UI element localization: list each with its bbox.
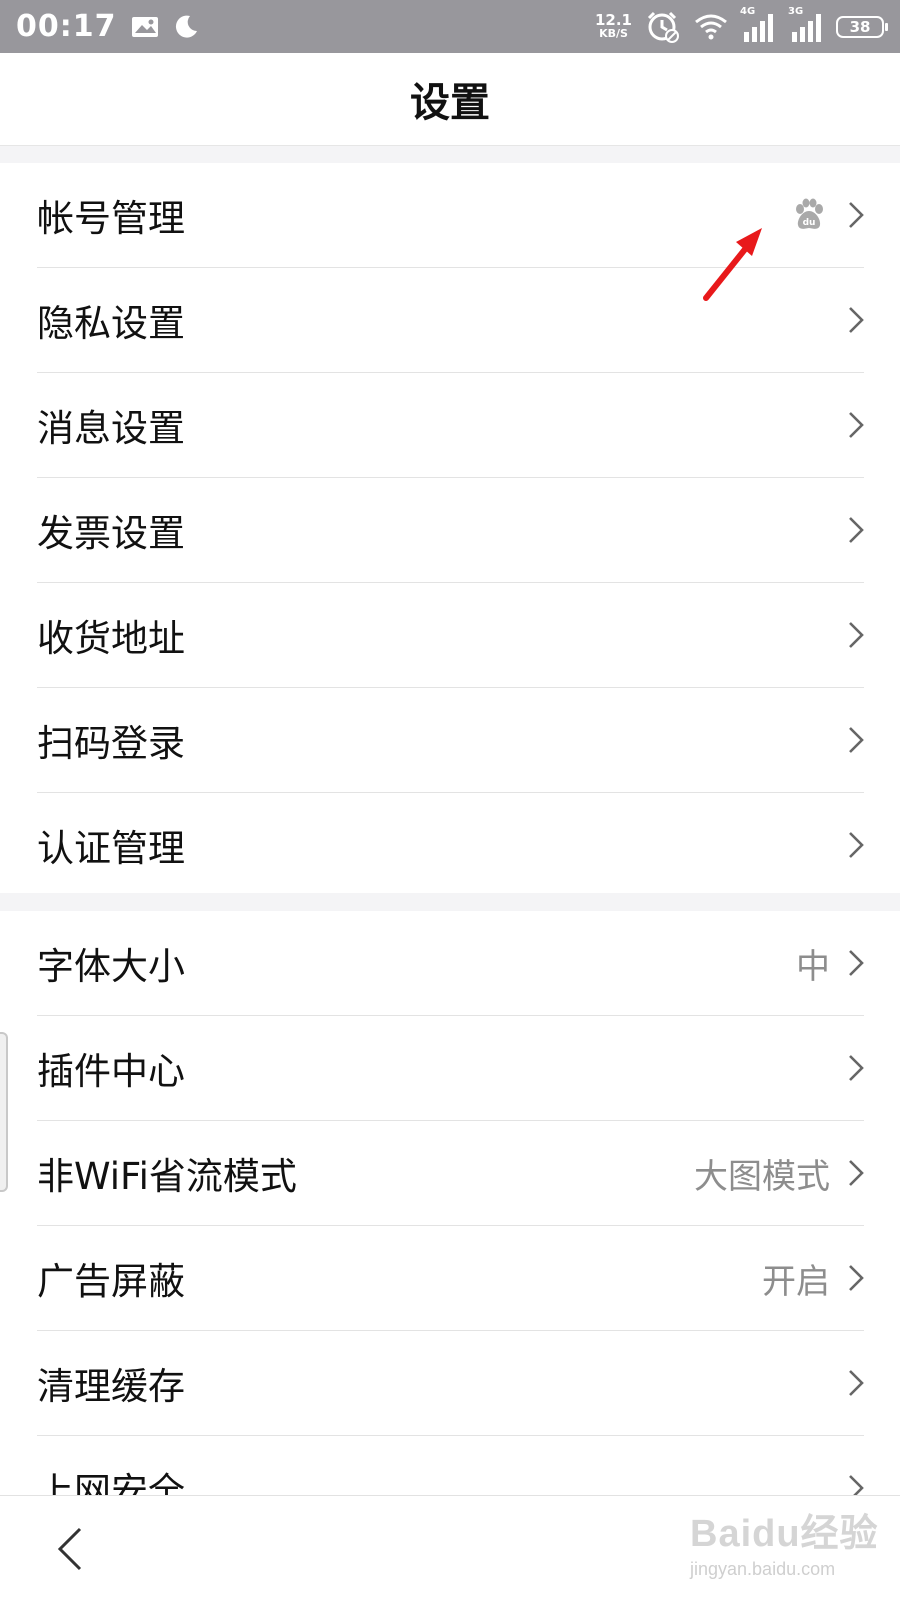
- settings-row-plugin-center[interactable]: 插件中心: [37, 1016, 864, 1121]
- status-bar: 00:17 12.1 KB/S 4G 3G 38: [0, 0, 900, 53]
- settings-row-verification[interactable]: 认证管理: [37, 793, 864, 897]
- settings-row-clear-cache[interactable]: 清理缓存: [37, 1331, 864, 1436]
- settings-row-data-saver[interactable]: 非WiFi省流模式 大图模式: [37, 1121, 864, 1226]
- row-label: 帐号管理: [37, 197, 185, 240]
- chevron-right-icon: [848, 949, 864, 977]
- signal-icon-4g: 4G: [740, 6, 776, 42]
- row-label: 认证管理: [37, 827, 185, 870]
- watermark-logo: Baidu经验 jingyan.baidu.com: [690, 1502, 890, 1592]
- row-value: 大图模式: [694, 1156, 830, 1197]
- watermark-bottom: jingyan.baidu.com: [690, 1559, 836, 1579]
- watermark-top: Baidu经验: [690, 1513, 879, 1555]
- row-label: 发票设置: [37, 512, 185, 555]
- signal2-tag: 3G: [788, 5, 804, 17]
- net-speed-value: 12.1: [594, 10, 632, 29]
- image-icon: [131, 15, 159, 39]
- net-speed-unit: KB/S: [599, 26, 628, 40]
- signal1-tag: 4G: [740, 5, 756, 17]
- edge-drawer-handle[interactable]: [0, 1032, 8, 1192]
- settings-row-ad-block[interactable]: 广告屏蔽 开启: [37, 1226, 864, 1331]
- row-label: 收货地址: [37, 617, 185, 660]
- chevron-left-icon: [57, 1527, 82, 1571]
- row-label: 插件中心: [37, 1050, 185, 1093]
- chevron-right-icon: [848, 1264, 864, 1292]
- row-label: 清理缓存: [37, 1365, 185, 1408]
- settings-row-invoice[interactable]: 发票设置: [37, 478, 864, 583]
- signal-icon-3g: 3G: [788, 6, 824, 42]
- status-right: 12.1 KB/S 4G 3G 38: [594, 6, 888, 44]
- row-label: 上网安全: [37, 1470, 185, 1495]
- row-label: 广告屏蔽: [37, 1260, 185, 1303]
- settings-row-address[interactable]: 收货地址: [37, 583, 864, 688]
- row-value: 开启: [762, 1261, 830, 1302]
- moon-icon: [173, 14, 199, 40]
- back-button[interactable]: [52, 1526, 92, 1572]
- chevron-right-icon: [848, 411, 864, 439]
- chevron-right-icon: [848, 201, 864, 229]
- alarm-icon: [646, 10, 680, 44]
- chevron-right-icon: [848, 621, 864, 649]
- net-speed: 12.1 KB/S: [594, 10, 632, 40]
- row-label: 消息设置: [37, 407, 185, 450]
- svg-text:du: du: [803, 218, 816, 228]
- chevron-right-icon: [848, 1369, 864, 1397]
- chevron-right-icon: [848, 1054, 864, 1082]
- row-label: 非WiFi省流模式: [37, 1155, 297, 1198]
- chevron-right-icon: [848, 516, 864, 544]
- chevron-right-icon: [848, 1474, 864, 1495]
- settings-row-web-security[interactable]: 上网安全: [37, 1436, 864, 1495]
- settings-row-scan-login[interactable]: 扫码登录: [37, 688, 864, 793]
- settings-row-message[interactable]: 消息设置: [37, 373, 864, 478]
- chevron-right-icon: [848, 726, 864, 754]
- status-left: 00:17: [16, 9, 199, 44]
- page-header: 设置: [0, 53, 900, 146]
- settings-group-general: 字体大小 中 插件中心 非WiFi省流模式 大图模式 广告屏蔽 开启 清理缓存 …: [0, 911, 900, 1495]
- wifi-icon: [694, 13, 728, 41]
- battery-level: 38: [849, 17, 871, 36]
- settings-row-font-size[interactable]: 字体大小 中: [37, 911, 864, 1016]
- page-title: 设置: [410, 80, 490, 126]
- battery-icon: 38: [836, 15, 888, 38]
- status-time: 00:17: [16, 9, 117, 44]
- annotation-arrow-icon: [700, 222, 770, 308]
- baidu-paw-icon: du: [792, 198, 826, 232]
- row-label: 扫码登录: [37, 722, 185, 765]
- chevron-right-icon: [848, 831, 864, 859]
- row-value: 中: [796, 946, 830, 987]
- chevron-right-icon: [848, 306, 864, 334]
- row-label: 字体大小: [37, 945, 185, 988]
- chevron-right-icon: [848, 1159, 864, 1187]
